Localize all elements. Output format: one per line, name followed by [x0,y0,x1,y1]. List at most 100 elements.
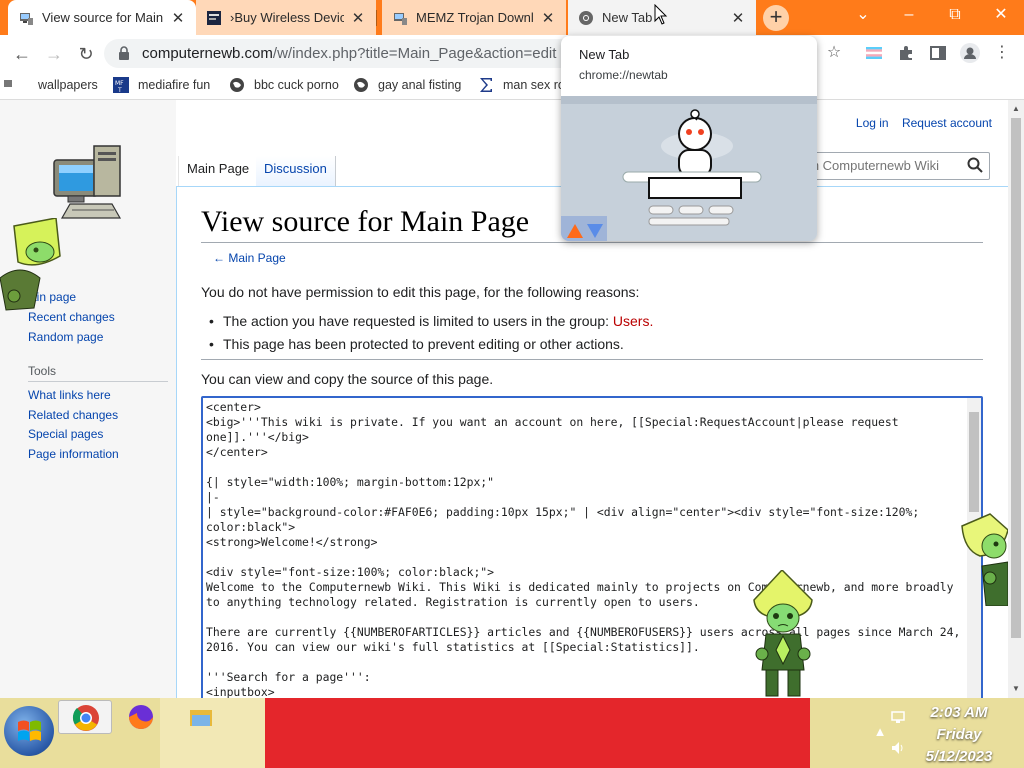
tab-separator [376,10,377,26]
close-tab-icon[interactable]: ✕ [350,9,366,27]
reason-item: The action you have requested is limited… [209,313,653,329]
taskbar-chrome-icon[interactable] [58,700,112,734]
minimize-button[interactable]: – [886,0,932,30]
forward-arrow-icon[interactable]: → [41,41,67,67]
lock-icon[interactable] [118,46,130,60]
tab-title: ›Buy Wireless Device [230,10,344,25]
notification-chevron-icon[interactable]: ▲ [872,724,888,740]
menu-kebab-icon[interactable]: ⋮ [990,41,1014,65]
extensions-puzzle-icon[interactable] [894,41,918,65]
clock-date: 5/12/2023 [925,748,993,765]
taskbar-firefox-icon[interactable] [118,700,164,734]
bookmark-label: man sex ro [503,78,565,92]
tab-buy-wireless[interactable]: ›Buy Wireless Device ✕ [196,0,376,35]
tab-view-source[interactable]: View source for Main ✕ [8,0,196,35]
bookmark-star-icon[interactable]: ☆ [822,41,846,65]
sidebar-link-random-page[interactable]: Random page [28,330,103,344]
profile-avatar-icon[interactable] [958,41,982,65]
globe-icon [229,77,245,93]
scroll-up-icon[interactable]: ▲ [1008,104,1024,113]
browser-toolbar: ← → ↻ computernewb.com/w/index.php?title… [0,35,1024,72]
bookmark-label: wallpapers [38,78,98,92]
tab-memz[interactable]: MEMZ Trojan Downlo ✕ [382,0,566,35]
wiki-favicon-icon [4,77,14,93]
extension-flag-icon[interactable] [862,41,886,65]
sidebar-link-what-links-here[interactable]: What links here [28,388,111,402]
reason-text: The action you have requested is limited… [223,313,613,329]
reason-item: This page has been protected to prevent … [209,336,624,352]
page-scrollbar[interactable]: ▲ ▼ [1008,100,1024,698]
mouse-cursor-icon [654,3,668,26]
tab-discussion[interactable]: Discussion [256,156,336,186]
page-scrollbar-thumb[interactable] [1011,118,1021,638]
title-divider [201,242,983,243]
sidebar-link-page-information[interactable]: Page information [28,447,119,461]
bookmark-bbc[interactable]: bbc cuck porno [229,77,339,93]
side-panel-icon[interactable] [926,41,950,65]
svg-text:MF: MF [115,80,124,87]
bookmark-label: gay anal fisting [378,78,462,92]
peridot-sprite [748,568,818,698]
taskbar-clock[interactable]: 2:03 AM Friday 5/12/2023 [904,702,1014,768]
source-textarea[interactable]: <center> <big>'''This wiki is private. I… [201,396,983,698]
page-title: View source for Main Page [201,205,530,238]
bookmark-wallpapers[interactable]: wallpapers [4,77,98,93]
hover-card-title: New Tab [579,47,630,62]
close-tab-icon[interactable]: ✕ [170,9,186,27]
sigma-icon [478,77,494,93]
wiki-favicon-icon [392,10,408,26]
mediafire-icon: MF T [113,77,129,94]
login-link[interactable]: Log in [856,116,889,130]
close-tab-icon[interactable]: ✕ [540,9,556,27]
back-arrow-icon[interactable]: ← [9,41,35,67]
globe-icon [353,77,369,93]
request-account-link[interactable]: Request account [902,116,992,130]
user-links: Log in Request account [846,116,992,130]
bookmark-man-sex[interactable]: man sex ro [478,77,565,93]
sidebar-tools-heading: Tools [28,364,57,378]
clock-time: 2:03 AM [930,704,988,721]
new-tab-button[interactable]: + [763,5,789,31]
sidebar-link-related-changes[interactable]: Related changes [28,408,118,422]
peridot-sprite [960,510,1008,607]
hover-card-url: chrome://newtab [579,68,668,82]
bookmark-gay[interactable]: gay anal fisting [353,77,461,93]
wiki-sidebar: ain page Recent changes Random page Tool… [0,100,176,698]
svg-text:T: T [117,87,122,93]
tab-search-icon[interactable]: ⌄ [840,0,886,30]
reason-text: This page has been protected to prevent … [223,336,624,352]
close-tab-icon[interactable]: ✕ [730,9,746,27]
scrollbar-thumb[interactable] [969,412,979,512]
back-link-main-page[interactable]: ← Main Page [213,251,286,265]
wiki-logo[interactable] [50,140,124,224]
maximize-button[interactable]: ⧉ [932,0,978,30]
content-divider [201,359,983,360]
clock-day: Friday [936,726,982,743]
search-input[interactable] [801,158,961,173]
start-button[interactable] [4,706,54,756]
view-copy-message: You can view and copy the source of this… [201,371,494,387]
close-window-button[interactable]: ✕ [978,0,1024,30]
bookmark-label: bbc cuck porno [254,78,339,92]
url-text[interactable]: computernewb.com/w/index.php?title=Main_… [142,45,556,62]
reload-icon[interactable]: ↻ [73,41,99,67]
search-icon[interactable] [967,157,983,178]
source-code[interactable]: <center> <big>'''This wiki is private. I… [206,400,966,698]
bookmark-label: mediafire fun [138,78,211,92]
url-host: computernewb.com [142,45,273,62]
tab-hover-card: New Tab chrome://newtab [561,36,817,241]
tab-preview-thumbnail [561,96,817,241]
bookmark-mediafire-fun[interactable]: MF T mediafire fun [113,77,211,94]
scroll-down-icon[interactable]: ▼ [1008,684,1024,693]
sidebar-divider [28,381,168,382]
tab-main-page[interactable]: Main Page [178,156,259,186]
taskbar-wallpaper-patch [265,698,810,768]
users-group-link[interactable]: Users. [613,313,653,329]
sidebar-link-special-pages[interactable]: Special pages [28,427,103,441]
url-path: /w/index.php?title=Main_Page&action=edit [272,45,557,62]
bookmarks-bar: wallpapers MF T mediafire fun bbc cuck po… [0,72,1024,100]
permission-message: You do not have permission to edit this … [201,284,640,300]
windows-taskbar: ▲ 2:03 AM Friday 5/12/2023 [0,698,1024,768]
tab-title: MEMZ Trojan Downlo [416,10,534,25]
taskbar-explorer-icon[interactable] [178,702,222,734]
